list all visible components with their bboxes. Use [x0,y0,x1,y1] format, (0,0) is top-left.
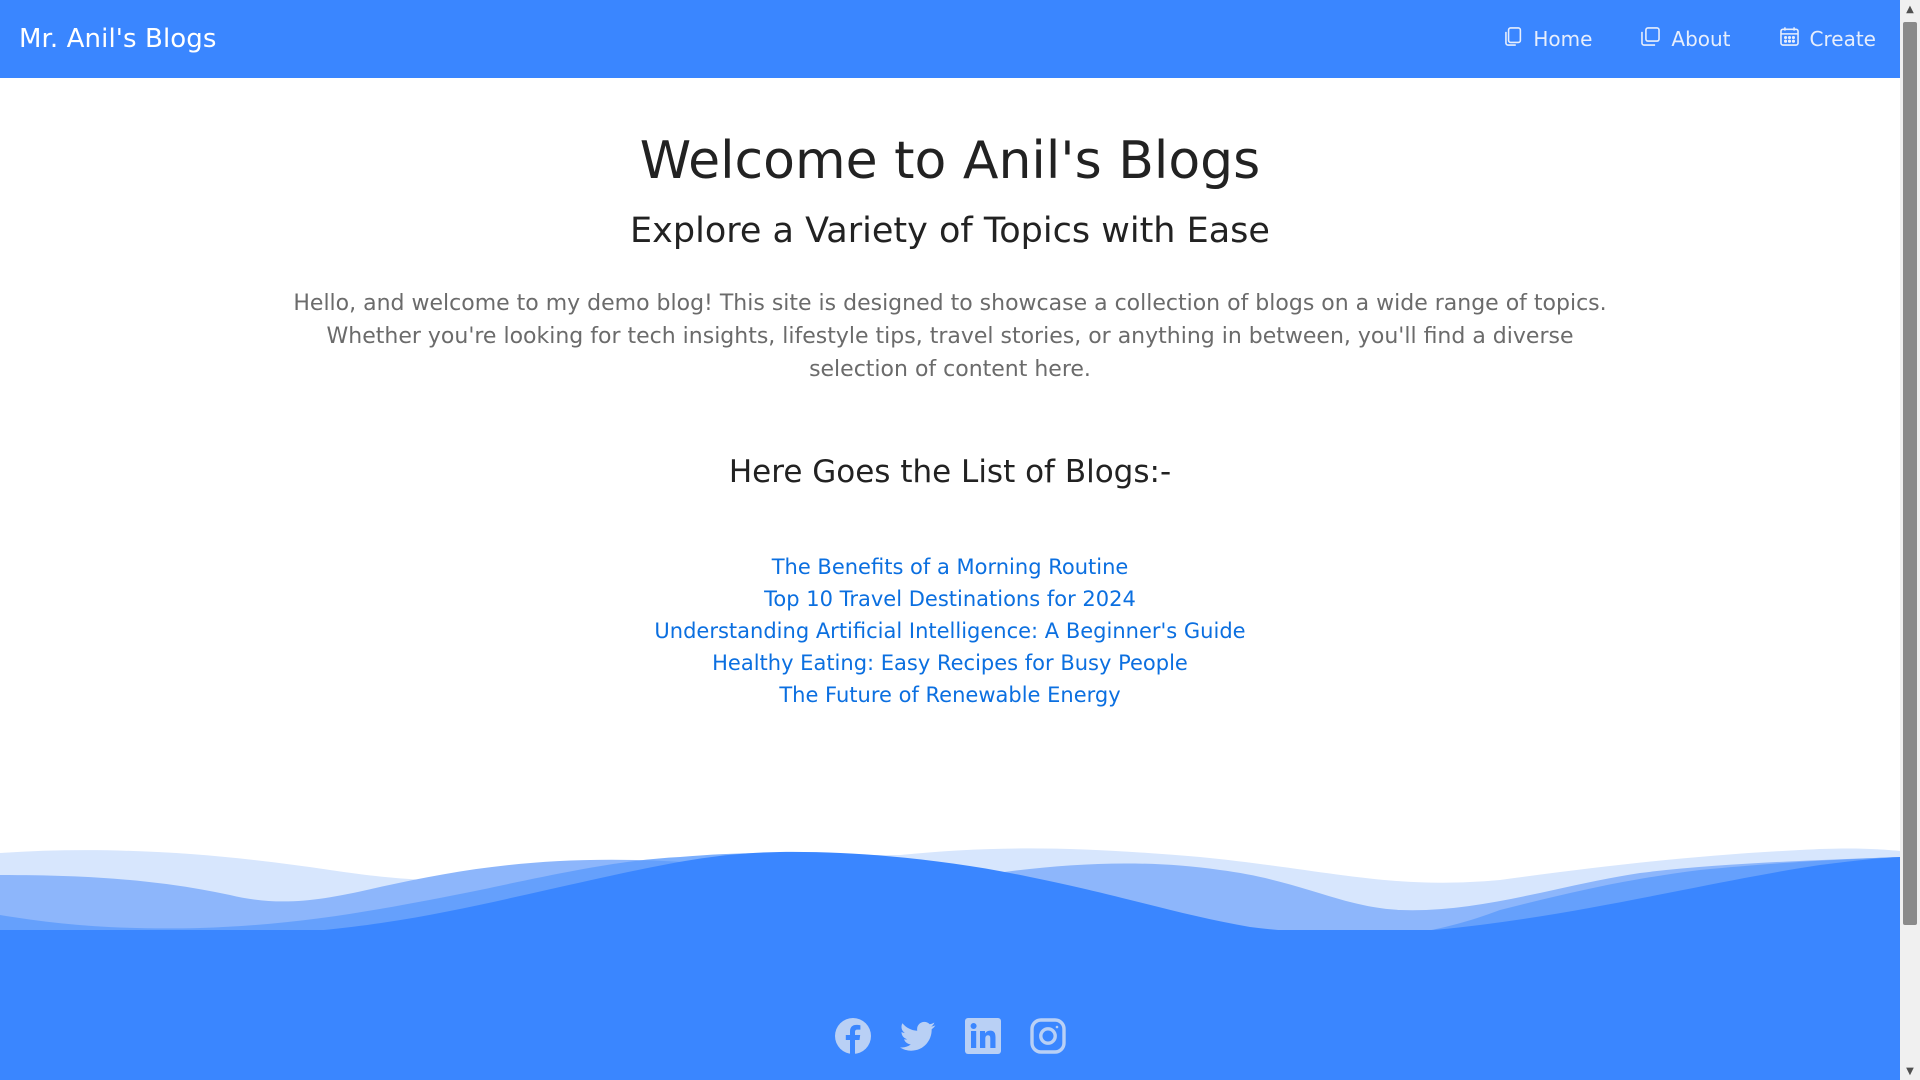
blog-link-healthy-eating[interactable]: Healthy Eating: Easy Recipes for Busy Pe… [712,651,1188,675]
page-subtitle: Explore a Variety of Topics with Ease [630,211,1270,252]
scrollbar-thumb[interactable] [1903,22,1917,925]
list-item: The Future of Renewable Energy [0,680,1900,712]
page-title: Welcome to Anil's Blogs [639,131,1261,191]
blog-link-renewable-energy[interactable]: The Future of Renewable Energy [779,683,1120,707]
twitter-icon[interactable] [899,1018,936,1054]
nav-create-label: Create [1809,27,1876,51]
list-item: Understanding Artificial Intelligence: A… [0,616,1900,648]
blog-list-heading: Here Goes the List of Blogs:- [728,454,1172,491]
blog-link-artificial-intelligence[interactable]: Understanding Artificial Intelligence: A… [654,619,1245,643]
intro-text: Hello, and welcome to my demo blog! This… [293,291,1607,383]
blog-link-travel-destinations[interactable]: Top 10 Travel Destinations for 2024 [764,587,1136,611]
nav-about-link[interactable]: About [1640,26,1731,52]
page: Mr. Anil's Blogs Home About Create Welco… [0,0,1900,1080]
social-links [0,1018,1900,1054]
window-stack-icon [1640,26,1661,52]
copy-icon [1502,26,1523,52]
list-item: Top 10 Travel Destinations for 2024 [0,584,1900,616]
calendar-icon [1779,26,1800,52]
nav-create-link[interactable]: Create [1779,26,1876,52]
instagram-icon[interactable] [1029,1018,1066,1054]
linkedin-icon[interactable] [964,1018,1001,1054]
scroll-up-arrow-icon[interactable]: ▲ [1900,0,1920,18]
main-nav: Home About Create [1502,26,1876,52]
list-item: The Benefits of a Morning Routine [0,552,1900,584]
facebook-icon[interactable] [834,1018,871,1054]
nav-about-label: About [1671,27,1731,51]
vertical-scrollbar[interactable]: ▲ ▼ [1900,0,1920,1080]
main-content: Welcome to Anil's Blogs Explore a Variet… [0,78,1900,712]
scroll-down-arrow-icon[interactable]: ▼ [1900,1062,1920,1080]
list-item: Healthy Eating: Easy Recipes for Busy Pe… [0,648,1900,680]
navbar: Mr. Anil's Blogs Home About Create [0,0,1900,78]
nav-home-label: Home [1533,27,1593,51]
footer [0,930,1900,1080]
blog-list: The Benefits of a Morning Routine Top 10… [0,552,1900,712]
blog-link-morning-routine[interactable]: The Benefits of a Morning Routine [772,555,1129,579]
nav-home-link[interactable]: Home [1502,26,1592,52]
brand-link[interactable]: Mr. Anil's Blogs [19,24,217,54]
